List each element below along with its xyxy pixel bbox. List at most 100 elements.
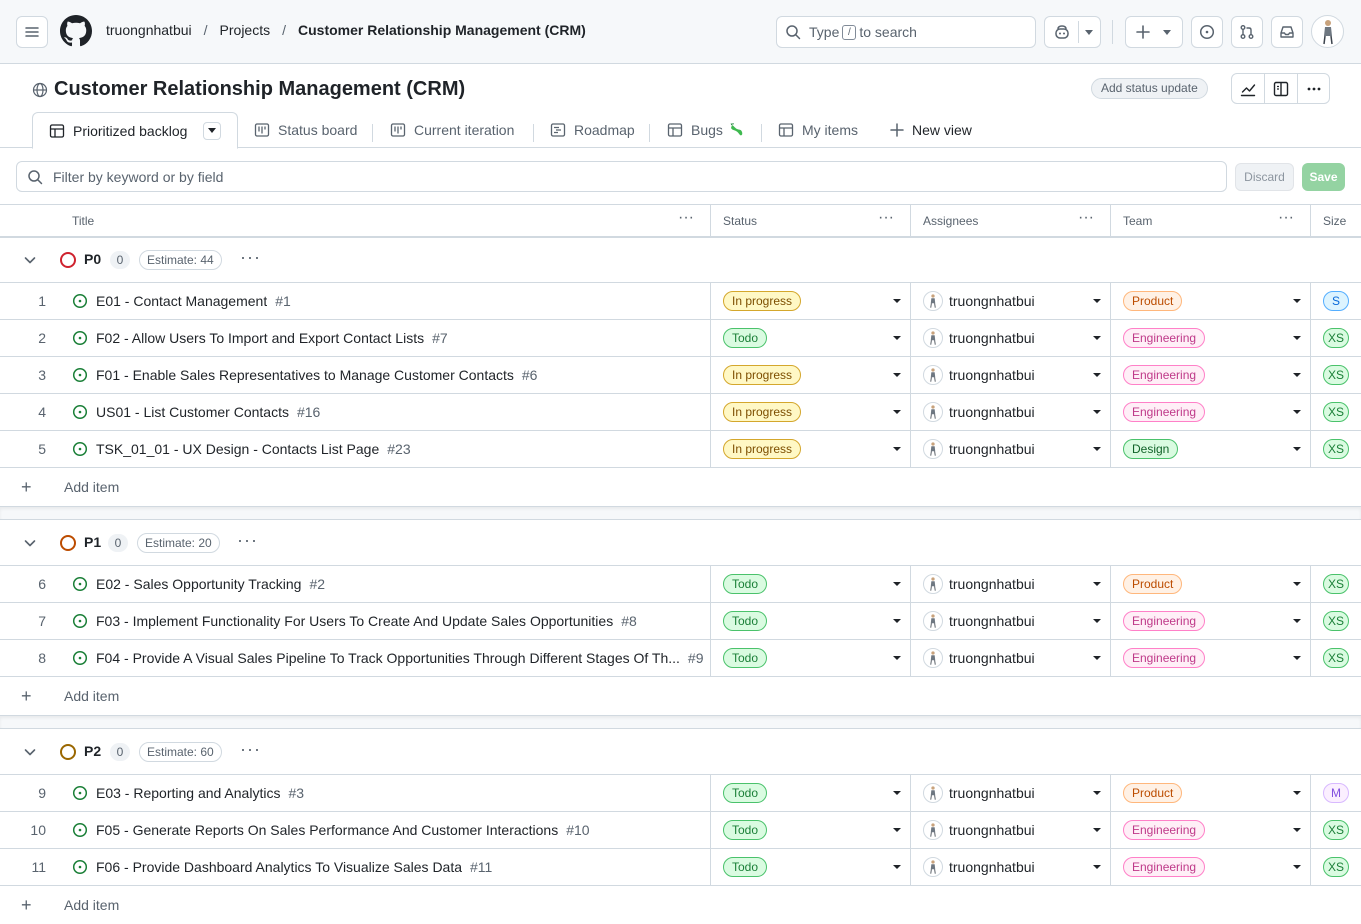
assignees-cell[interactable]: truongnhatbui [911, 357, 1111, 393]
column-menu-icon[interactable]: ··· [878, 210, 894, 226]
table-row[interactable]: 1 E01 - Contact Management #1 In progres… [0, 283, 1361, 320]
caret-down-icon[interactable] [1293, 656, 1301, 660]
caret-down-icon[interactable] [1093, 619, 1101, 623]
caret-down-icon[interactable] [1093, 582, 1101, 586]
table-row[interactable]: 6 E02 - Sales Opportunity Tracking #2 To… [0, 566, 1361, 603]
title-cell[interactable]: F02 - Allow Users To Import and Export C… [64, 320, 711, 356]
status-cell[interactable]: Todo [711, 775, 911, 811]
size-cell[interactable]: M [1311, 775, 1361, 811]
assignees-cell[interactable]: truongnhatbui [911, 394, 1111, 430]
size-cell[interactable]: XS [1311, 603, 1361, 639]
caret-down-icon[interactable] [1293, 336, 1301, 340]
view-options-dropdown[interactable] [203, 121, 222, 140]
table-row[interactable]: 11 F06 - Provide Dashboard Analytics To … [0, 849, 1361, 886]
caret-down-icon[interactable] [893, 791, 901, 795]
team-cell[interactable]: Engineering [1111, 603, 1311, 639]
chevron-down-icon[interactable] [23, 536, 37, 550]
status-cell[interactable]: In progress [711, 431, 911, 467]
status-cell[interactable]: Todo [711, 566, 911, 602]
issues-button[interactable] [1191, 16, 1223, 48]
column-menu-icon[interactable]: ··· [1278, 210, 1294, 226]
table-row[interactable]: 9 E03 - Reporting and Analytics #3 Todo … [0, 775, 1361, 812]
caret-down-icon[interactable] [893, 865, 901, 869]
table-row[interactable]: 10 F05 - Generate Reports On Sales Perfo… [0, 812, 1361, 849]
item-title[interactable]: E01 - Contact Management [96, 293, 267, 309]
table-row[interactable]: 4 US01 - List Customer Contacts #16 In p… [0, 394, 1361, 431]
title-cell[interactable]: TSK_01_01 - UX Design - Contacts List Pa… [64, 431, 711, 467]
item-title[interactable]: E03 - Reporting and Analytics [96, 785, 280, 801]
item-title[interactable]: F01 - Enable Sales Representatives to Ma… [96, 367, 514, 383]
caret-down-icon[interactable] [893, 656, 901, 660]
table-row[interactable]: 2 F02 - Allow Users To Import and Export… [0, 320, 1361, 357]
size-cell[interactable]: XS [1311, 394, 1361, 430]
assignees-cell[interactable]: truongnhatbui [911, 431, 1111, 467]
size-cell[interactable]: XS [1311, 431, 1361, 467]
column-header-status[interactable]: Status ··· [711, 205, 911, 237]
caret-down-icon[interactable] [1293, 447, 1301, 451]
team-cell[interactable]: Product [1111, 283, 1311, 319]
caret-down-icon[interactable] [1093, 373, 1101, 377]
breadcrumb-projects[interactable]: Projects [220, 22, 271, 38]
column-menu-icon[interactable]: ··· [1078, 210, 1094, 226]
tab-prioritized-backlog[interactable]: Prioritized backlog [32, 112, 239, 149]
table-row[interactable]: 8 F04 - Provide A Visual Sales Pipeline … [0, 640, 1361, 677]
team-cell[interactable]: Product [1111, 775, 1311, 811]
column-menu-icon[interactable]: ··· [678, 210, 694, 226]
caret-down-icon[interactable] [893, 828, 901, 832]
caret-down-icon[interactable] [1093, 791, 1101, 795]
title-cell[interactable]: F06 - Provide Dashboard Analytics To Vis… [64, 849, 711, 885]
item-title[interactable]: F05 - Generate Reports On Sales Performa… [96, 822, 558, 838]
team-cell[interactable]: Engineering [1111, 640, 1311, 676]
size-cell[interactable]: XS [1311, 849, 1361, 885]
chevron-down-icon[interactable] [23, 253, 37, 267]
user-avatar[interactable] [1311, 15, 1344, 48]
size-cell[interactable]: XS [1311, 357, 1361, 393]
table-row[interactable]: 3 F01 - Enable Sales Representatives to … [0, 357, 1361, 394]
caret-down-icon[interactable] [1093, 447, 1101, 451]
item-title[interactable]: F04 - Provide A Visual Sales Pipeline To… [96, 650, 680, 666]
caret-down-icon[interactable] [893, 410, 901, 414]
tab-roadmap[interactable]: Roadmap [550, 112, 635, 148]
status-cell[interactable]: Todo [711, 849, 911, 885]
team-cell[interactable]: Product [1111, 566, 1311, 602]
pull-requests-button[interactable] [1231, 16, 1263, 48]
add-item-button[interactable]: + Add item [0, 677, 1361, 715]
assignees-cell[interactable]: truongnhatbui [911, 640, 1111, 676]
item-title[interactable]: US01 - List Customer Contacts [96, 404, 289, 420]
size-cell[interactable]: XS [1311, 812, 1361, 848]
add-status-update-button[interactable]: Add status update [1091, 78, 1208, 99]
item-title[interactable]: F06 - Provide Dashboard Analytics To Vis… [96, 859, 462, 875]
status-cell[interactable]: Todo [711, 640, 911, 676]
title-cell[interactable]: E01 - Contact Management #1 [64, 283, 711, 319]
new-view-button[interactable]: New view [890, 112, 972, 148]
github-logo-icon[interactable] [60, 15, 92, 47]
status-cell[interactable]: Todo [711, 603, 911, 639]
assignees-cell[interactable]: truongnhatbui [911, 603, 1111, 639]
more-options-button[interactable] [1298, 74, 1329, 103]
caret-down-icon[interactable] [893, 619, 901, 623]
status-cell[interactable]: In progress [711, 357, 911, 393]
team-cell[interactable]: Engineering [1111, 849, 1311, 885]
title-cell[interactable]: E02 - Sales Opportunity Tracking #2 [64, 566, 711, 602]
title-cell[interactable]: F03 - Implement Functionality For Users … [64, 603, 711, 639]
side-panel-button[interactable] [1265, 74, 1298, 103]
breadcrumb-owner[interactable]: truongnhatbui [106, 22, 192, 38]
item-title[interactable]: F02 - Allow Users To Import and Export C… [96, 330, 424, 346]
copilot-button[interactable] [1044, 16, 1101, 48]
team-cell[interactable]: Design [1111, 431, 1311, 467]
assignees-cell[interactable]: truongnhatbui [911, 566, 1111, 602]
caret-down-icon[interactable] [1293, 828, 1301, 832]
title-cell[interactable]: E03 - Reporting and Analytics #3 [64, 775, 711, 811]
column-header-team[interactable]: Team ··· [1111, 205, 1311, 237]
inbox-button[interactable] [1271, 16, 1303, 48]
insights-button[interactable] [1232, 74, 1265, 103]
search-input[interactable]: Type / to search [776, 16, 1036, 48]
team-cell[interactable]: Engineering [1111, 357, 1311, 393]
caret-down-icon[interactable] [1093, 299, 1101, 303]
caret-down-icon[interactable] [1293, 410, 1301, 414]
assignees-cell[interactable]: truongnhatbui [911, 812, 1111, 848]
team-cell[interactable]: Engineering [1111, 394, 1311, 430]
assignees-cell[interactable]: truongnhatbui [911, 849, 1111, 885]
caret-down-icon[interactable] [893, 373, 901, 377]
group-menu-icon[interactable]: ··· [240, 739, 261, 760]
